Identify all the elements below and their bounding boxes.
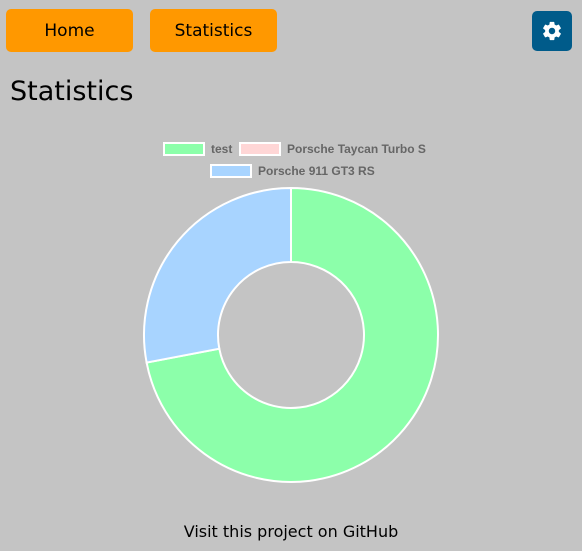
github-link[interactable]: Visit this project on GitHub [0, 522, 582, 541]
legend-item-porsche-taycan-turbo-s[interactable]: Porsche Taycan Turbo S [239, 141, 426, 157]
settings-button[interactable] [532, 11, 572, 51]
statistics-button[interactable]: Statistics [150, 9, 277, 52]
legend-item-porsche-911-gt3-rs[interactable]: Porsche 911 GT3 RS [210, 163, 375, 179]
legend-item-test[interactable]: test [163, 141, 232, 157]
home-button[interactable]: Home [6, 9, 133, 52]
gear-icon [543, 21, 561, 41]
legend-label: test [211, 142, 233, 156]
legend-swatch [210, 164, 252, 178]
legend-swatch [239, 142, 281, 156]
chart-legend: test Porsche Taycan Turbo S Porsche 911 … [0, 138, 582, 182]
page-title: Statistics [10, 76, 134, 107]
legend-label: Porsche Taycan Turbo S [287, 142, 426, 156]
legend-label: Porsche 911 GT3 RS [258, 164, 375, 178]
legend-swatch [163, 142, 205, 156]
doughnut-chart [143, 186, 439, 483]
chart-slice-porsche-911-gt3-rs[interactable] [143, 186, 292, 364]
